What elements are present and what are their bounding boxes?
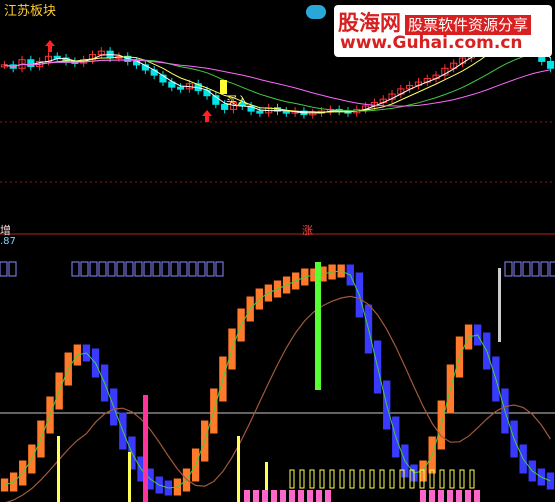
buy-arrow-icon	[45, 40, 55, 52]
indicator-marker-mid: 涨	[302, 224, 313, 237]
yellow-tick	[299, 469, 305, 489]
indicator-bar	[0, 478, 9, 492]
plateau-box	[152, 261, 161, 277]
pink-block	[420, 490, 426, 502]
pink-block	[280, 490, 286, 502]
yellow-tick	[389, 469, 395, 489]
plateau-box	[206, 261, 215, 277]
yellow-tick	[349, 469, 355, 489]
yellow-spike	[237, 436, 240, 502]
indicator-lines	[0, 261, 555, 502]
indicator-bars	[0, 264, 555, 496]
yellow-spike	[57, 436, 60, 502]
candle	[282, 110, 290, 114]
yellow-tick	[329, 469, 335, 489]
candle	[53, 55, 61, 59]
pink-block	[244, 490, 250, 502]
watermark-tagline: 股票软件资源分享	[405, 15, 532, 35]
yellow-tick	[359, 469, 365, 489]
signal-arrows	[45, 40, 227, 122]
plateau-box	[134, 261, 143, 277]
pink-block	[253, 490, 259, 502]
grey-spike	[498, 268, 501, 342]
watermark-url: www.Guhai.com.cn	[340, 33, 523, 53]
yellow-tick	[369, 469, 375, 489]
stock-chart[interactable]	[0, 0, 555, 502]
pink-block	[289, 490, 295, 502]
pink-block	[456, 490, 462, 502]
pink-block	[325, 490, 331, 502]
candle	[177, 86, 185, 90]
plateau-box	[188, 261, 197, 277]
pink-block	[474, 490, 480, 502]
pink-block	[429, 490, 435, 502]
plateau-box	[522, 261, 531, 277]
pink-block	[298, 490, 304, 502]
indicator-value: .87	[0, 236, 16, 247]
yellow-tick	[339, 469, 345, 489]
price-grid	[0, 121, 555, 183]
pink-spike	[143, 395, 148, 502]
plateau-box	[71, 261, 80, 277]
buy-signal-label: 买入	[226, 94, 248, 107]
pink-block	[447, 490, 453, 502]
plateau-box	[98, 261, 107, 277]
plateau-box	[143, 261, 152, 277]
pink-block	[271, 490, 277, 502]
yellow-tick	[309, 469, 315, 489]
green-spike	[315, 262, 321, 390]
plateau-box	[161, 261, 170, 277]
pink-block	[307, 490, 313, 502]
plateau-box	[8, 261, 17, 277]
candle	[27, 59, 35, 68]
plateau-box	[540, 261, 549, 277]
plateau-box	[504, 261, 513, 277]
plateau-box	[179, 261, 188, 277]
indicator-panel[interactable]	[0, 261, 555, 502]
plateau-box	[80, 261, 89, 277]
yellow-tick	[439, 469, 445, 489]
yellow-tick	[449, 469, 455, 489]
candle	[150, 69, 158, 76]
yellow-tick	[319, 469, 325, 489]
plateau-box	[531, 261, 540, 277]
pink-block	[438, 490, 444, 502]
pink-block	[262, 490, 268, 502]
watermark-logo: 股海网	[338, 10, 401, 35]
sector-title: 江苏板块	[4, 4, 57, 19]
pink-block	[316, 490, 322, 502]
watermark: 股海网 股票软件资源分享 www.Guhai.com.cn	[334, 5, 552, 57]
candle	[256, 110, 264, 114]
plateau-box	[125, 261, 134, 277]
plateau-box	[513, 261, 522, 277]
plateau-box	[107, 261, 116, 277]
pink-block	[465, 490, 471, 502]
yellow-tick	[289, 469, 295, 489]
buy-arrow-icon	[202, 110, 212, 122]
plateau-box	[549, 261, 555, 277]
yellow-spike	[128, 452, 131, 502]
indicator-fast-line	[4, 270, 551, 489]
candle	[547, 60, 555, 69]
plateau-box	[170, 261, 179, 277]
plateau-box	[0, 261, 8, 277]
yellow-tick	[469, 469, 475, 489]
plateau-box	[215, 261, 224, 277]
yellow-tick	[379, 469, 385, 489]
plateau-box	[116, 261, 125, 277]
yellow-tick	[459, 469, 465, 489]
plateau-box	[89, 261, 98, 277]
ticker-icon	[306, 5, 326, 19]
plateau-box	[197, 261, 206, 277]
